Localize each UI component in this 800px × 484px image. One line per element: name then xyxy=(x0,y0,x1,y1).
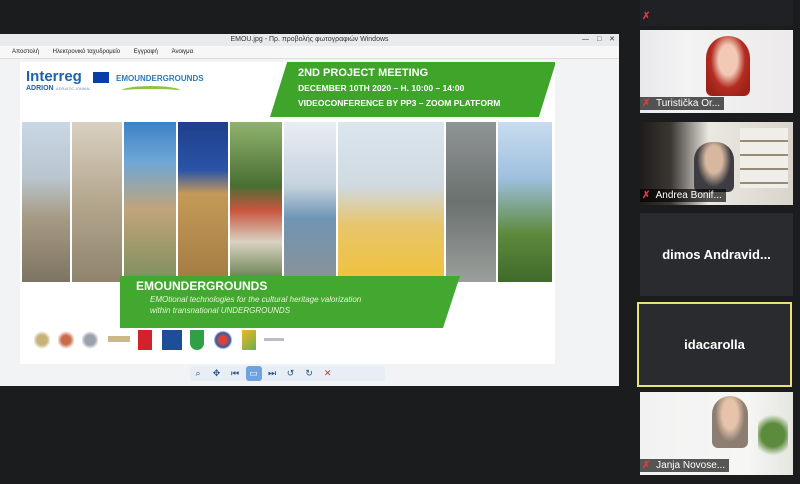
partner-logo-grey xyxy=(264,330,284,350)
partner-logo-text xyxy=(108,330,130,350)
participant-nameplate: ✗ Andrea Bonif... xyxy=(640,189,726,202)
participant-tile-4[interactable]: dimos Andravid... xyxy=(640,213,793,296)
emoundergrounds-swirl-icon xyxy=(122,86,180,95)
participant-tile-2[interactable]: ✗ Turistička Or... xyxy=(640,30,793,113)
viewer-menubar: Αποστολή Ηλεκτρονικό ταχυδρομείο Εγγραφή… xyxy=(0,46,619,59)
project-banner: EMOUNDERGROUNDS EMOtional technologies f… xyxy=(120,276,460,328)
adrion-label: ADRION xyxy=(26,85,54,92)
participant-video xyxy=(694,142,734,192)
participant-nameplate: ✗ Janja Novose... xyxy=(640,459,730,472)
delete-icon[interactable]: ✕ xyxy=(320,366,336,381)
muted-mic-icon: ✗ xyxy=(642,98,651,109)
participant-tile-5[interactable]: idacarolla xyxy=(637,302,792,387)
photo-stone-facade xyxy=(72,122,122,282)
participant-name: Andrea Bonif... xyxy=(655,190,722,201)
bookshelf xyxy=(740,128,788,188)
rotate-left-icon[interactable]: ↺ xyxy=(283,366,299,381)
muted-mic-icon: ✗ xyxy=(642,460,651,471)
window-controls: — □ ✕ xyxy=(576,34,615,46)
partner-logo-red xyxy=(138,330,152,350)
participant-tile-3[interactable]: ✗ Andrea Bonif... xyxy=(640,122,793,205)
meeting-place: VIDEOCONFERENCE BY PP3 – ZOOM PLATFORM xyxy=(298,98,501,108)
menu-burn[interactable]: Εγγραφή xyxy=(134,49,158,55)
partner-logo-shield xyxy=(190,330,204,350)
program-label: ADRIATIC-IONIAN xyxy=(56,86,90,91)
emoundergrounds-logo: EMOUNDERGROUNDS xyxy=(116,74,204,83)
partner-logo-leaf xyxy=(242,330,256,350)
photo-aqueduct xyxy=(284,122,336,282)
participant-video xyxy=(706,36,750,96)
interreg-logo: Interreg xyxy=(26,68,82,85)
meeting-title: 2ND PROJECT MEETING xyxy=(298,67,429,79)
menu-send[interactable]: Αποστολή xyxy=(12,49,39,55)
meeting-date: DECEMBER 10TH 2020 – H. 10:00 – 14:00 xyxy=(298,83,465,93)
participant-tile-1[interactable]: ✗ xyxy=(640,0,793,26)
fit-icon[interactable]: ✥ xyxy=(209,366,225,381)
project-tagline-line1: EMOtional technologies for the cultural … xyxy=(150,295,362,304)
partner-logo-crest2 xyxy=(58,330,74,350)
participant-nameplate: ✗ xyxy=(640,10,657,23)
meeting-banner: 2ND PROJECT MEETING DECEMBER 10TH 2020 –… xyxy=(270,62,555,117)
previous-icon[interactable]: ⏮ xyxy=(227,366,243,381)
partner-logo-seal xyxy=(82,330,98,350)
eu-flag-icon xyxy=(93,72,109,83)
muted-mic-icon: ✗ xyxy=(642,11,651,22)
participant-name: Turistička Or... xyxy=(656,98,721,109)
rotate-right-icon[interactable]: ↻ xyxy=(301,366,317,381)
partner-logo-crest1 xyxy=(34,330,50,350)
photo-vr-woman xyxy=(338,122,444,282)
shared-screen-window: EMOU.jpg - Πρ. προβολής φωτογραφιών Wind… xyxy=(0,34,619,386)
viewer-toolbar: ⌕ ✥ ⏮ ▭ ⏭ ↺ ↻ ✕ xyxy=(190,366,385,381)
plant xyxy=(758,410,788,460)
slideshow-icon[interactable]: ▭ xyxy=(245,366,262,381)
photo-palazzo xyxy=(178,122,228,282)
minimize-icon[interactable]: — xyxy=(582,36,589,43)
project-name: EMOUNDERGROUNDS xyxy=(136,279,268,293)
maximize-icon[interactable]: □ xyxy=(597,36,601,43)
partner-logo-round xyxy=(214,330,232,350)
participant-name: dimos Andravid... xyxy=(662,247,771,262)
photo-forest xyxy=(498,122,552,282)
participant-nameplate: ✗ Turistička Or... xyxy=(640,97,725,110)
photo-village xyxy=(230,122,282,282)
photo-coastal-town xyxy=(124,122,176,282)
participant-name: idacarolla xyxy=(684,337,745,352)
menu-open[interactable]: Άνοιγμα xyxy=(172,49,194,55)
photo-tunnel xyxy=(446,122,496,282)
slide-image: Interreg ADRION ADRIATIC-IONIAN EMOUNDER… xyxy=(20,62,555,364)
partner-logo-square xyxy=(162,330,182,350)
menu-email[interactable]: Ηλεκτρονικό ταχυδρομείο xyxy=(53,49,120,55)
project-tagline-line2: within transnational UNDERGROUNDS xyxy=(150,306,291,315)
photo-hilltown xyxy=(22,122,70,282)
participant-video xyxy=(712,396,748,448)
zoom-icon[interactable]: ⌕ xyxy=(190,366,206,381)
participant-tile-6[interactable]: ✗ Janja Novose... xyxy=(640,392,793,475)
next-icon[interactable]: ⏭ xyxy=(264,366,280,381)
window-title: EMOU.jpg - Πρ. προβολής φωτογραφιών Wind… xyxy=(0,34,619,46)
muted-mic-icon: ✗ xyxy=(642,190,651,201)
close-icon[interactable]: ✕ xyxy=(609,36,615,43)
participant-name: Janja Novose... xyxy=(656,460,726,471)
